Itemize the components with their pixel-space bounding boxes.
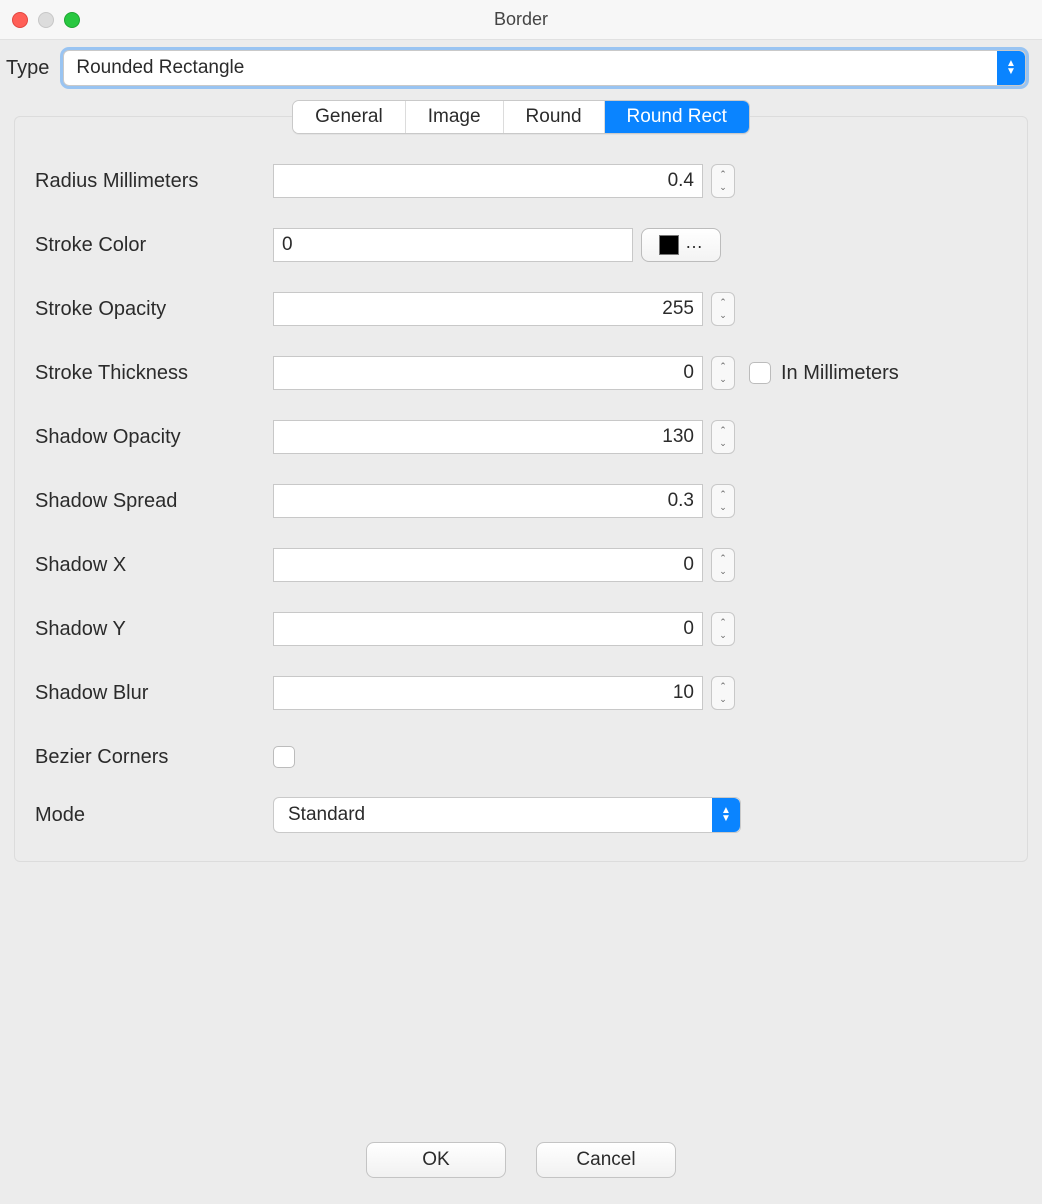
chevron-down-icon: ⌄ bbox=[712, 437, 734, 450]
row-stroke-color: Stroke Color 0 … bbox=[35, 225, 1007, 265]
window-title: Border bbox=[494, 9, 548, 30]
updown-icon: ▲ ▼ bbox=[712, 798, 740, 832]
label-in-millimeters: In Millimeters bbox=[781, 362, 899, 385]
chevron-down-icon: ⌄ bbox=[712, 693, 734, 706]
chevron-down-icon: ▼ bbox=[721, 815, 731, 823]
stroke-color-picker-button[interactable]: … bbox=[641, 228, 721, 262]
dialog-buttons: OK Cancel bbox=[0, 1142, 1042, 1178]
stepper-shadow-blur[interactable]: ⌃ ⌄ bbox=[711, 676, 735, 710]
color-swatch-icon bbox=[659, 235, 679, 255]
ok-button[interactable]: OK bbox=[366, 1142, 506, 1178]
window-controls bbox=[12, 12, 80, 28]
label-radius-mm: Radius Millimeters bbox=[35, 170, 265, 193]
chevron-down-icon: ⌄ bbox=[712, 629, 734, 642]
chevron-down-icon: ⌄ bbox=[712, 181, 734, 194]
label-stroke-opacity: Stroke Opacity bbox=[35, 298, 265, 321]
chevron-down-icon: ⌄ bbox=[712, 501, 734, 514]
round-rect-panel: Radius Millimeters 0.4 ⌃ ⌄ Stroke Color … bbox=[14, 116, 1028, 862]
row-shadow-opacity: Shadow Opacity 130 ⌃ ⌄ bbox=[35, 417, 1007, 457]
tab-general[interactable]: General bbox=[293, 101, 406, 133]
tab-round[interactable]: Round bbox=[504, 101, 605, 133]
input-shadow-x[interactable]: 0 bbox=[273, 548, 703, 582]
stepper-shadow-opacity[interactable]: ⌃ ⌄ bbox=[711, 420, 735, 454]
type-select-value: Rounded Rectangle bbox=[76, 57, 244, 79]
chevron-down-icon: ⌄ bbox=[712, 373, 734, 386]
label-shadow-opacity: Shadow Opacity bbox=[35, 426, 265, 449]
chevron-up-icon: ⌃ bbox=[712, 424, 734, 437]
cancel-button[interactable]: Cancel bbox=[536, 1142, 676, 1178]
chevron-down-icon: ▼ bbox=[1006, 68, 1016, 76]
label-shadow-spread: Shadow Spread bbox=[35, 490, 265, 513]
row-bezier-corners: Bezier Corners bbox=[35, 737, 1007, 777]
chevron-up-icon: ⌃ bbox=[712, 296, 734, 309]
row-shadow-blur: Shadow Blur 10 ⌃ ⌄ bbox=[35, 673, 1007, 713]
row-radius-mm: Radius Millimeters 0.4 ⌃ ⌄ bbox=[35, 161, 1007, 201]
input-radius-mm[interactable]: 0.4 bbox=[273, 164, 703, 198]
ellipsis-icon: … bbox=[685, 237, 703, 247]
chevron-up-icon: ⌃ bbox=[712, 616, 734, 629]
input-shadow-opacity[interactable]: 130 bbox=[273, 420, 703, 454]
stepper-shadow-x[interactable]: ⌃ ⌄ bbox=[711, 548, 735, 582]
stepper-stroke-opacity[interactable]: ⌃ ⌄ bbox=[711, 292, 735, 326]
input-shadow-blur[interactable]: 10 bbox=[273, 676, 703, 710]
stepper-stroke-thickness[interactable]: ⌃ ⌄ bbox=[711, 356, 735, 390]
tab-round-rect[interactable]: Round Rect bbox=[605, 101, 749, 133]
input-shadow-spread[interactable]: 0.3 bbox=[273, 484, 703, 518]
label-stroke-thickness: Stroke Thickness bbox=[35, 362, 265, 385]
chevron-up-icon: ⌃ bbox=[712, 488, 734, 501]
zoom-window-button[interactable] bbox=[64, 12, 80, 28]
tab-image[interactable]: Image bbox=[406, 101, 504, 133]
input-shadow-y[interactable]: 0 bbox=[273, 612, 703, 646]
in-millimeters-wrap: In Millimeters bbox=[749, 362, 1007, 385]
updown-icon: ▲ ▼ bbox=[997, 51, 1025, 85]
row-mode: Mode Standard ▲ ▼ bbox=[35, 795, 1007, 835]
chevron-up-icon: ⌃ bbox=[712, 168, 734, 181]
checkbox-in-millimeters[interactable] bbox=[749, 362, 771, 384]
row-stroke-thickness: Stroke Thickness 0 ⌃ ⌄ In Millimeters bbox=[35, 353, 1007, 393]
type-row: Type Rounded Rectangle ▲ ▼ bbox=[0, 40, 1042, 100]
row-shadow-x: Shadow X 0 ⌃ ⌄ bbox=[35, 545, 1007, 585]
chevron-up-icon: ⌃ bbox=[712, 680, 734, 693]
row-shadow-y: Shadow Y 0 ⌃ ⌄ bbox=[35, 609, 1007, 649]
mode-select[interactable]: Standard ▲ ▼ bbox=[273, 797, 741, 833]
mode-select-value: Standard bbox=[288, 804, 365, 826]
chevron-up-icon: ⌃ bbox=[712, 360, 734, 373]
label-shadow-x: Shadow X bbox=[35, 554, 265, 577]
stepper-shadow-spread[interactable]: ⌃ ⌄ bbox=[711, 484, 735, 518]
label-mode: Mode bbox=[35, 804, 265, 827]
chevron-down-icon: ⌄ bbox=[712, 565, 734, 578]
titlebar: Border bbox=[0, 0, 1042, 40]
input-stroke-color[interactable]: 0 bbox=[273, 228, 633, 262]
label-shadow-blur: Shadow Blur bbox=[35, 682, 265, 705]
stepper-radius-mm[interactable]: ⌃ ⌄ bbox=[711, 164, 735, 198]
checkbox-bezier-corners[interactable] bbox=[273, 746, 295, 768]
input-stroke-opacity[interactable]: 255 bbox=[273, 292, 703, 326]
input-stroke-thickness[interactable]: 0 bbox=[273, 356, 703, 390]
row-shadow-spread: Shadow Spread 0.3 ⌃ ⌄ bbox=[35, 481, 1007, 521]
chevron-down-icon: ⌄ bbox=[712, 309, 734, 322]
row-stroke-opacity: Stroke Opacity 255 ⌃ ⌄ bbox=[35, 289, 1007, 329]
minimize-window-button[interactable] bbox=[38, 12, 54, 28]
close-window-button[interactable] bbox=[12, 12, 28, 28]
label-bezier-corners: Bezier Corners bbox=[35, 746, 265, 769]
type-select[interactable]: Rounded Rectangle ▲ ▼ bbox=[63, 50, 1026, 86]
type-label: Type bbox=[6, 57, 49, 80]
label-stroke-color: Stroke Color bbox=[35, 234, 265, 257]
chevron-up-icon: ⌃ bbox=[712, 552, 734, 565]
tab-segment: General Image Round Round Rect bbox=[292, 100, 750, 134]
label-shadow-y: Shadow Y bbox=[35, 618, 265, 641]
stepper-shadow-y[interactable]: ⌃ ⌄ bbox=[711, 612, 735, 646]
